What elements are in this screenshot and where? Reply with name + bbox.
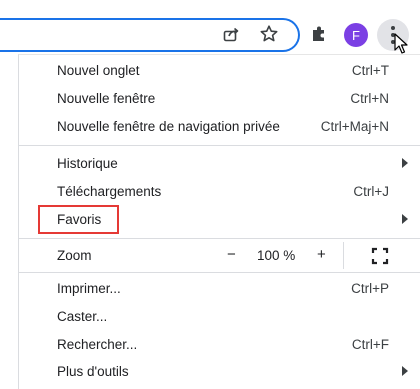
- zoom-in-button[interactable]: +: [317, 246, 326, 263]
- submenu-arrow-icon: [402, 214, 408, 224]
- menu-item-label: Nouvelle fenêtre de navigation privée: [57, 118, 280, 134]
- menu-divider: [19, 272, 420, 273]
- menu-item-history[interactable]: Historique: [18, 149, 420, 177]
- menu-item-shortcut: Ctrl+N: [350, 90, 389, 106]
- zoom-label: Zoom: [57, 248, 92, 263]
- menu-item-shortcut: Ctrl+J: [353, 183, 389, 199]
- menu-item-new-window[interactable]: Nouvelle fenêtre Ctrl+N: [18, 84, 420, 112]
- menu-item-shortcut: Ctrl+F: [351, 336, 389, 352]
- menu-item-label: Rechercher...: [57, 336, 138, 352]
- zoom-out-button[interactable]: −: [227, 246, 236, 263]
- menu-item-label: Caster...: [57, 308, 108, 324]
- fullscreen-icon[interactable]: [370, 246, 390, 266]
- zoom-level: 100 %: [257, 248, 296, 263]
- menu-item-downloads[interactable]: Téléchargements Ctrl+J: [18, 177, 420, 205]
- menu-item-label: Nouvel onglet: [57, 62, 140, 78]
- share-icon[interactable]: [219, 22, 243, 46]
- zoom-divider: [343, 242, 344, 269]
- mouse-cursor-icon: [394, 33, 408, 54]
- browser-toolbar: F: [0, 0, 420, 54]
- menu-item-more-tools[interactable]: Plus d'outils: [18, 357, 420, 385]
- menu-item-cast[interactable]: Caster...: [18, 302, 420, 330]
- extensions-icon[interactable]: [307, 22, 331, 46]
- menu-item-shortcut: Ctrl+P: [351, 280, 389, 296]
- menu-item-label: Téléchargements: [57, 183, 162, 199]
- menu-item-label: Imprimer...: [57, 280, 121, 296]
- avatar-initial: F: [352, 27, 360, 43]
- menu-divider: [19, 238, 420, 239]
- star-icon[interactable]: [257, 22, 281, 46]
- menu-item-print[interactable]: Imprimer... Ctrl+P: [18, 274, 420, 302]
- menu-item-shortcut: Ctrl+Maj+N: [320, 118, 389, 134]
- menu-item-new-tab[interactable]: Nouvel onglet Ctrl+T: [18, 56, 420, 84]
- submenu-arrow-icon: [402, 158, 408, 168]
- profile-avatar[interactable]: F: [344, 23, 368, 47]
- highlight-box: [38, 205, 119, 234]
- zoom-row: Zoom − 100 % +: [18, 242, 420, 269]
- menu-item-find[interactable]: Rechercher... Ctrl+F: [18, 330, 420, 358]
- menu-item-new-incognito-window[interactable]: Nouvelle fenêtre de navigation privée Ct…: [18, 112, 420, 140]
- address-bar[interactable]: [0, 18, 300, 52]
- menu-item-shortcut: Ctrl+T: [351, 62, 389, 78]
- menu-item-label: Historique: [57, 155, 118, 171]
- menu-item-label: Plus d'outils: [57, 363, 129, 379]
- menu-item-label: Nouvelle fenêtre: [57, 90, 156, 106]
- submenu-arrow-icon: [402, 366, 408, 376]
- menu-divider: [19, 145, 420, 146]
